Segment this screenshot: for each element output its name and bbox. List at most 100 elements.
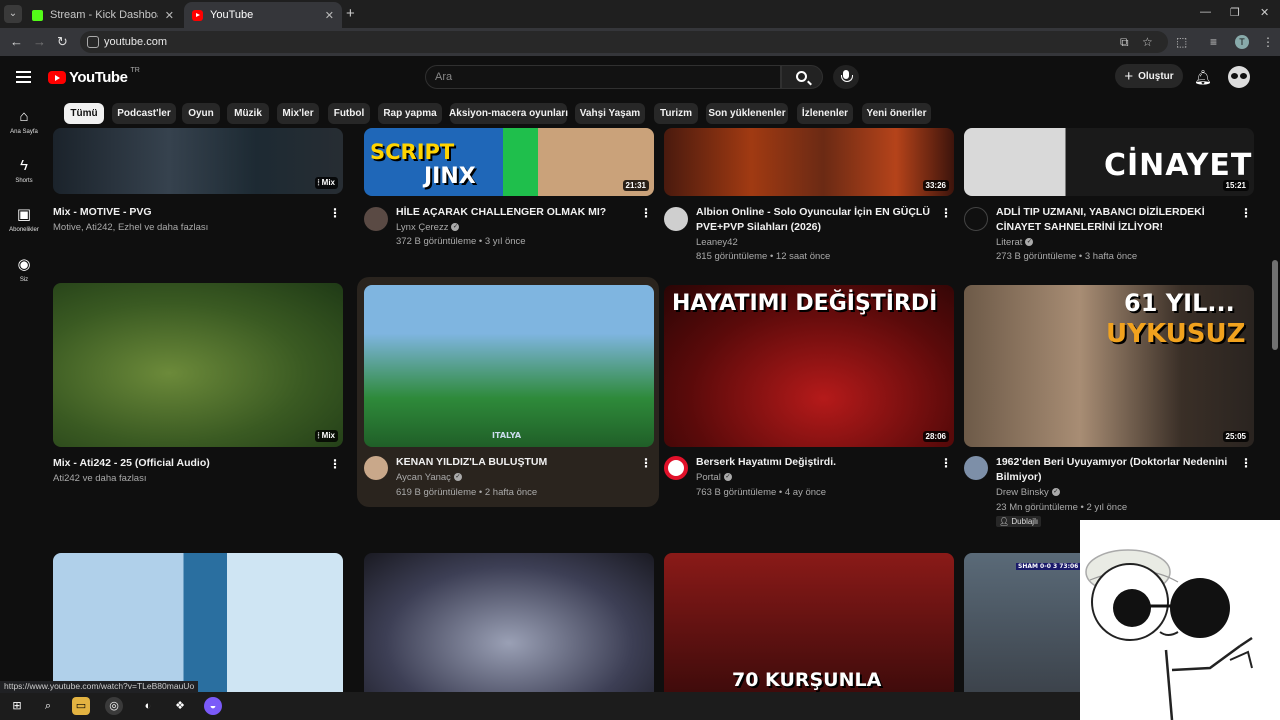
back-icon[interactable]: ←: [10, 34, 23, 49]
chip-new-to-you[interactable]: Yeni öneriler: [862, 103, 931, 124]
chip-music[interactable]: Müzik: [227, 103, 269, 124]
channel-name[interactable]: Lynx Çerezz ✓: [396, 220, 636, 235]
video-title[interactable]: Mix - MOTIVE - PVG: [53, 205, 293, 220]
browser-menu-icon[interactable]: ⋮: [1262, 35, 1274, 49]
chip-football[interactable]: Futbol: [328, 103, 370, 124]
extensions-icon[interactable]: ⬚: [1176, 35, 1187, 49]
chrome-icon[interactable]: ◎: [105, 697, 123, 715]
tab-title: YouTube: [210, 9, 254, 21]
video-thumbnail[interactable]: 33:26: [664, 128, 954, 196]
sidebar-item-subscriptions[interactable]: ▣ Abonelikler: [0, 206, 48, 233]
verified-icon: ✓: [451, 223, 460, 232]
video-title[interactable]: HİLE AÇARAK CHALLENGER OLMAK MI?: [396, 205, 636, 220]
restore-icon[interactable]: ❐: [1230, 6, 1240, 19]
chip-recently-uploaded[interactable]: Son yüklenenler: [706, 103, 788, 124]
channel-name[interactable]: Ati242 ve daha fazlası: [53, 471, 293, 486]
file-explorer-icon[interactable]: ▭: [72, 697, 90, 715]
video-thumbnail[interactable]: 61 YIL... UYKUSUZ 25:05: [964, 285, 1254, 447]
minimize-icon[interactable]: —: [1200, 6, 1211, 18]
filter-chip-bar: Tümü Podcast'ler Oyun Müzik Mix'ler Futb…: [48, 100, 1280, 128]
channel-avatar[interactable]: [364, 456, 388, 480]
chip-action-adventure[interactable]: Aksiyon-macera oyunları: [449, 103, 568, 124]
channel-avatar[interactable]: [664, 456, 688, 480]
channel-name[interactable]: Leaney42: [696, 235, 936, 250]
channel-name[interactable]: Drew Binsky ✓: [996, 485, 1236, 500]
more-actions-icon[interactable]: ⋮: [329, 458, 341, 470]
channel-avatar[interactable]: [664, 207, 688, 231]
channel-avatar[interactable]: [364, 207, 388, 231]
more-actions-icon[interactable]: ⋮: [329, 207, 341, 219]
chip-wildlife[interactable]: Vahşi Yaşam: [575, 103, 645, 124]
close-icon[interactable]: ✕: [165, 9, 174, 22]
sidebar-item-shorts[interactable]: ϟ Shorts: [0, 157, 48, 184]
channel-name[interactable]: Motive, Ati242, Ezhel ve daha fazlası: [53, 220, 293, 235]
video-thumbnail[interactable]: ⦙ Mix: [53, 283, 343, 447]
notifications-icon[interactable]: 🔔︎: [1194, 69, 1212, 86]
new-tab-button[interactable]: +: [346, 5, 355, 22]
bookmark-star-icon[interactable]: ☆: [1142, 35, 1153, 49]
sidebar-item-home[interactable]: ⌂ Ana Sayfa: [0, 108, 48, 135]
video-title[interactable]: 1962'den Beri Uyuyamıyor (Doktorlar Nede…: [996, 455, 1236, 485]
close-icon[interactable]: ✕: [325, 9, 334, 22]
app-icon[interactable]: ◐: [139, 697, 157, 715]
reading-list-icon[interactable]: ≡: [1210, 35, 1217, 49]
cast-icon[interactable]: ⧉: [1120, 35, 1129, 50]
video-thumbnail[interactable]: SCRIPT JINX 21:31: [364, 128, 654, 196]
omnibox[interactable]: youtube.com ⧉ ☆: [80, 31, 1168, 53]
close-window-icon[interactable]: ✕: [1260, 6, 1269, 19]
scrollbar-thumb[interactable]: [1272, 260, 1278, 350]
search-button[interactable]: [781, 65, 823, 89]
sidebar-item-you[interactable]: ◉ Siz: [0, 256, 48, 283]
video-thumbnail[interactable]: [364, 553, 654, 692]
shorts-icon: ϟ: [20, 157, 28, 174]
video-title[interactable]: Berserk Hayatımı Değiştirdi.: [696, 455, 936, 470]
avatar[interactable]: [1228, 66, 1250, 88]
reload-icon[interactable]: ↻: [57, 34, 68, 50]
chip-rap[interactable]: Rap yapma: [378, 103, 442, 124]
tab-search-button[interactable]: ⌄: [4, 5, 22, 23]
more-actions-icon[interactable]: ⋮: [640, 457, 652, 469]
video-thumbnail[interactable]: 70 KURŞUNLA: [664, 553, 954, 692]
chip-mixes[interactable]: Mix'ler: [277, 103, 319, 124]
chip-all[interactable]: Tümü: [64, 103, 104, 124]
video-thumbnail[interactable]: ⦙ Mix: [53, 128, 343, 194]
chip-podcasts[interactable]: Podcast'ler: [112, 103, 176, 124]
video-title[interactable]: Mix - Ati242 - 25 (Official Audio): [53, 456, 293, 471]
create-button[interactable]: + Oluştur: [1115, 64, 1183, 88]
windows-start-icon[interactable]: ⊞: [8, 697, 26, 715]
app-icon[interactable]: ◒: [204, 697, 222, 715]
video-title[interactable]: KENAN YILDIZ'LA BULUŞTUM: [396, 455, 636, 470]
channel-avatar[interactable]: [964, 207, 988, 231]
video-title[interactable]: Albion Online - Solo Oyuncular İçin EN G…: [696, 205, 936, 235]
url-text[interactable]: youtube.com: [104, 36, 167, 48]
more-actions-icon[interactable]: ⋮: [640, 207, 652, 219]
search-icon[interactable]: ⌕: [39, 697, 57, 715]
tab-youtube[interactable]: YouTube ✕: [184, 2, 342, 28]
channel-avatar[interactable]: [964, 456, 988, 480]
search-input[interactable]: Ara: [425, 65, 781, 89]
channel-name[interactable]: Portal ✓: [696, 470, 936, 485]
youtube-logo[interactable]: YouTube TR: [48, 67, 140, 86]
voice-search-icon[interactable]: [833, 65, 859, 89]
tab-kick-dashboard[interactable]: Stream - Kick Dashboard ✕: [24, 2, 182, 28]
more-actions-icon[interactable]: ⋮: [1240, 457, 1252, 469]
menu-icon[interactable]: [16, 71, 31, 83]
more-actions-icon[interactable]: ⋮: [940, 457, 952, 469]
forward-icon[interactable]: →: [33, 34, 46, 49]
video-thumbnail[interactable]: CİNAYET 15:21: [964, 128, 1254, 196]
profile-avatar[interactable]: T: [1235, 35, 1249, 49]
chip-tourism[interactable]: Turizm: [654, 103, 698, 124]
video-thumbnail[interactable]: ITALYA: [364, 285, 654, 447]
more-actions-icon[interactable]: ⋮: [1240, 207, 1252, 219]
chip-watched[interactable]: İzlenenler: [797, 103, 853, 124]
chip-gaming[interactable]: Oyun: [182, 103, 220, 124]
site-info-icon[interactable]: [87, 36, 99, 48]
video-title[interactable]: ADLİ TIP UZMANI, YABANCI DİZİLERDEKİ CİN…: [996, 205, 1236, 235]
video-thumbnail[interactable]: [53, 553, 343, 692]
channel-name[interactable]: Literat ✓: [996, 235, 1236, 250]
video-thumbnail[interactable]: HAYATIMI DEĞİŞTİRDİ 28:06: [664, 285, 954, 447]
channel-name[interactable]: Aycan Yanaç ✓: [396, 470, 636, 485]
sidebar-item-label: Siz: [19, 277, 29, 283]
more-actions-icon[interactable]: ⋮: [940, 207, 952, 219]
app-icon[interactable]: ❖: [171, 697, 189, 715]
